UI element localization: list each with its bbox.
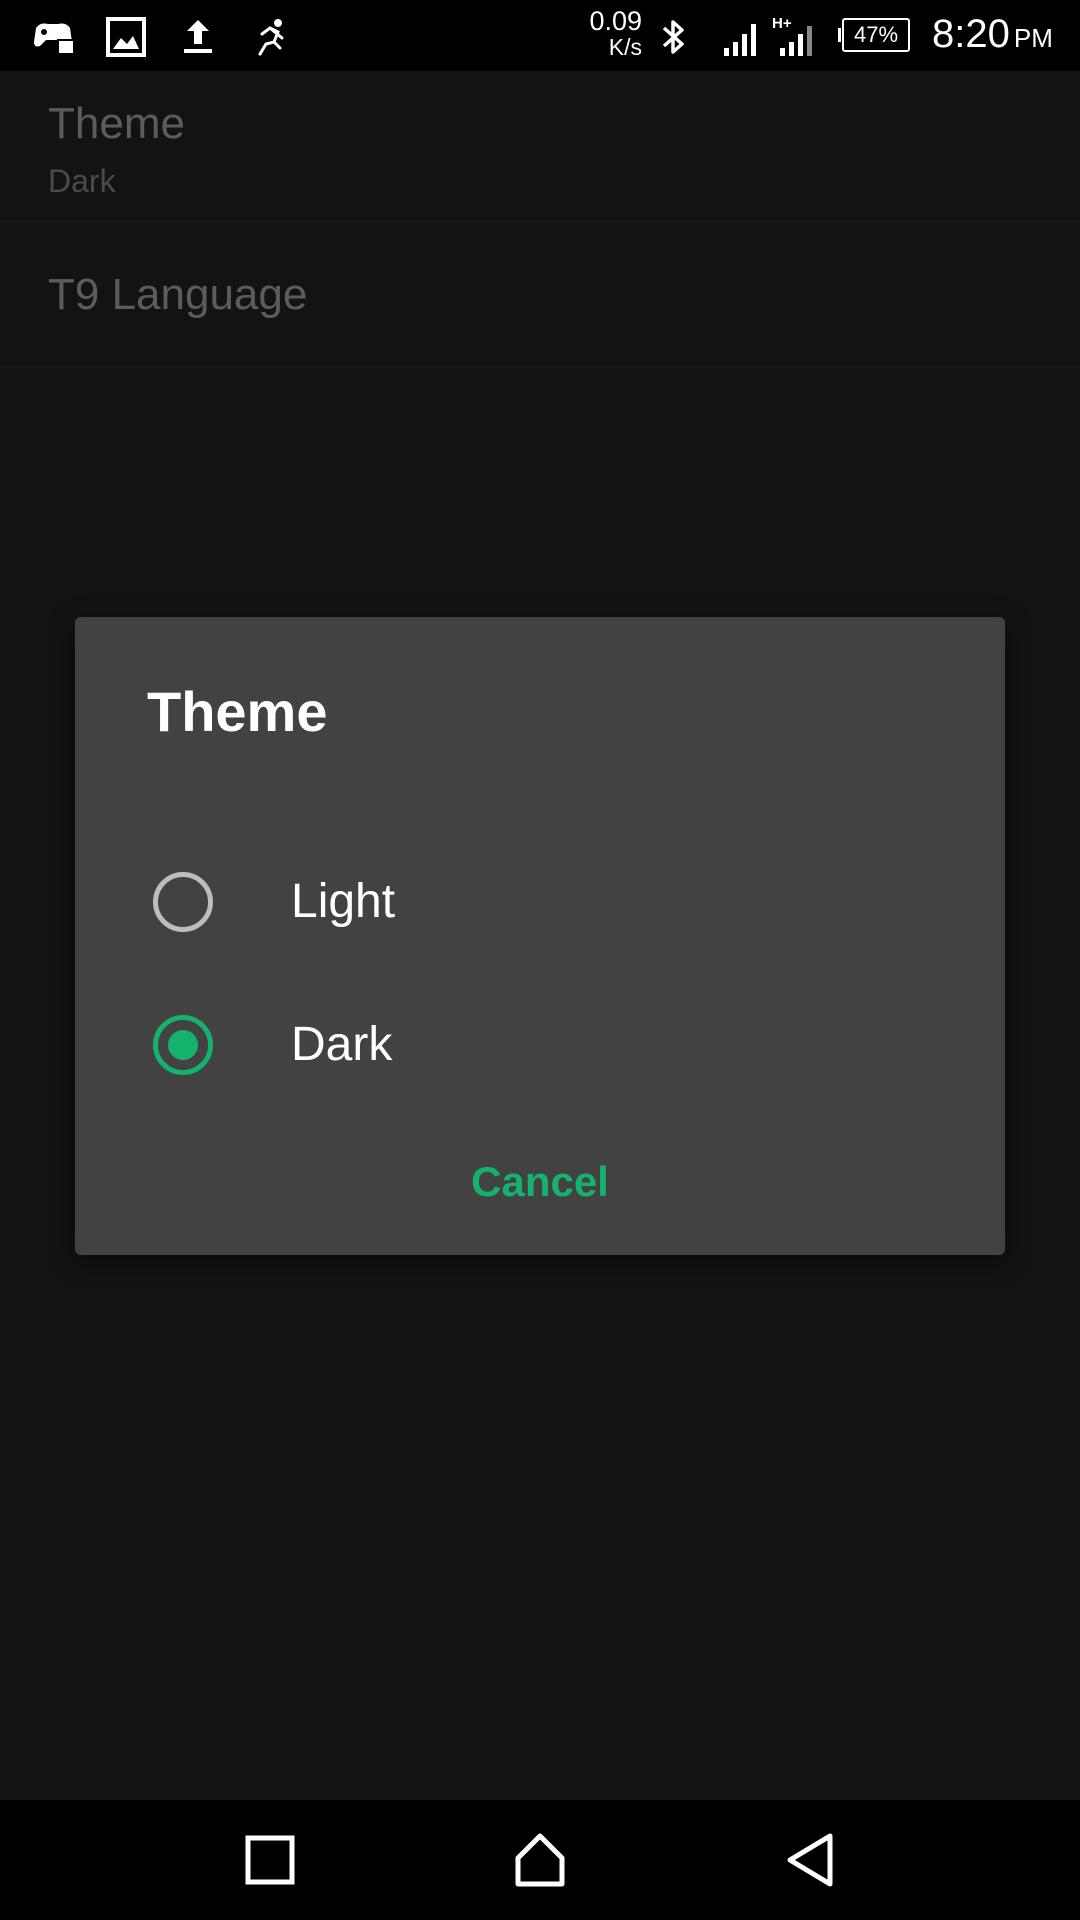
pref-t9-language-title: T9 Language [48, 270, 308, 319]
clock-ampm: PM [1013, 23, 1053, 53]
battery-icon: 47% [842, 18, 910, 52]
clock-time: 8:20 [932, 12, 1010, 56]
battery-nub [838, 28, 841, 42]
status-bar: 0.09 K/s H+ 47% 8:20 PM [0, 0, 1080, 71]
theme-dialog: Theme Light Dark Cancel [75, 617, 1005, 1255]
radio-light[interactable] [153, 872, 213, 932]
battery-percent: 47% [853, 22, 899, 47]
clock: 8:20 PM [932, 12, 1053, 57]
option-dark[interactable]: Dark [75, 991, 1005, 1101]
hplus-signal-icon: H+ [770, 14, 816, 60]
navigation-bar [0, 1800, 1080, 1920]
option-light[interactable]: Light [75, 848, 1005, 958]
option-dark-label: Dark [291, 1018, 393, 1071]
recents-square-icon[interactable] [240, 1830, 300, 1890]
network-speed-value: 0.09 [589, 6, 642, 36]
image-icon [103, 14, 149, 60]
dialog-title: Theme [147, 680, 328, 743]
network-speed-unit: K/s [608, 34, 642, 60]
running-figure-icon [248, 14, 294, 60]
upload-icon [175, 14, 221, 60]
cancel-button[interactable]: Cancel [440, 1147, 640, 1217]
screen: 0.09 K/s H+ 47% 8:20 PM Theme Dark T9 Lan… [0, 0, 1080, 1920]
pref-theme-title: Theme [48, 99, 185, 148]
option-light-label: Light [291, 875, 396, 928]
svg-text:H+: H+ [772, 15, 792, 32]
back-triangle-icon[interactable] [780, 1830, 840, 1890]
radio-dark-dot [168, 1030, 198, 1060]
network-speed: 0.09 K/s [570, 6, 642, 61]
radio-dark[interactable] [153, 1015, 213, 1075]
signal-icon [718, 14, 764, 60]
pref-item-t9-language[interactable]: T9 Language [0, 222, 1080, 367]
settings-list: Theme Dark T9 Language [0, 71, 1080, 367]
pref-item-theme[interactable]: Theme Dark [0, 71, 1080, 222]
home-icon[interactable] [510, 1830, 570, 1890]
game-controller-icon [30, 14, 76, 60]
pref-theme-summary: Dark [48, 163, 116, 199]
bluetooth-icon [650, 14, 696, 60]
